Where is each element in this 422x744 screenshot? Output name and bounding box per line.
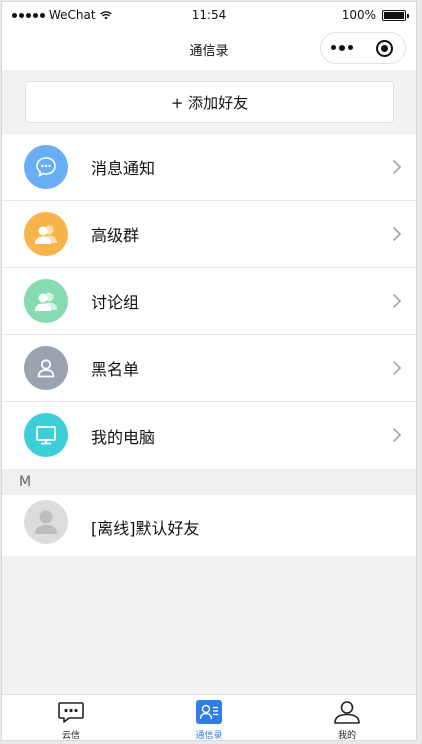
menu-item-advanced-group[interactable]: 高级群 — [2, 201, 416, 268]
chevron-right-icon — [392, 226, 402, 242]
battery-icon — [382, 9, 409, 21]
menu-item-blacklist[interactable]: 黑名单 — [2, 335, 416, 402]
tab-label: 云信 — [61, 731, 80, 741]
menu-item-label: 消息通知 — [91, 159, 156, 178]
discussion-group-icon — [24, 279, 68, 323]
tab-yunxin[interactable]: 云信 — [2, 695, 140, 741]
default-avatar-icon — [24, 500, 68, 544]
menu-item-label: 讨论组 — [91, 293, 140, 312]
add-friend-button[interactable]: + 添加好友 — [25, 81, 394, 123]
menu-item-label: 高级群 — [91, 226, 140, 245]
group-icon — [24, 212, 68, 256]
chevron-right-icon — [392, 427, 402, 443]
more-dots-icon — [331, 45, 336, 50]
computer-icon — [24, 413, 68, 457]
navigation-bar: 通信录 — [2, 28, 416, 70]
chat-dots-icon — [58, 702, 84, 723]
tab-me[interactable]: 我的 — [278, 695, 416, 741]
close-target-icon — [375, 39, 393, 57]
menu-item-label: 我的电脑 — [91, 427, 156, 447]
contact-item[interactable]: [离线]默认好友 — [2, 495, 416, 556]
battery-fill — [384, 11, 404, 19]
profile-icon — [334, 701, 360, 724]
chevron-right-icon — [392, 360, 402, 376]
more-button[interactable] — [321, 45, 363, 51]
chevron-right-icon — [392, 159, 402, 175]
battery-percent: 100% — [341, 8, 376, 22]
menu-item-label: 黑名单 — [91, 360, 140, 379]
chat-bubble-icon — [24, 145, 68, 189]
chevron-right-icon — [392, 293, 402, 309]
contact-name: [离线]默认好友 — [91, 519, 200, 538]
menu-item-my-computer[interactable]: 我的电脑 — [2, 402, 416, 469]
mini-program-capsule — [320, 32, 406, 64]
tab-contacts[interactable]: 通信录 — [140, 695, 278, 741]
tab-label: 我的 — [337, 731, 356, 741]
blacklist-user-icon — [24, 346, 68, 390]
section-letter: M — [19, 474, 32, 490]
menu-list: 消息通知 高级群 讨论组 黑名单 我的电脑 — [2, 134, 416, 469]
status-bar: WeChat 11:54 100% — [2, 2, 416, 28]
status-right: 100% — [341, 8, 409, 22]
contacts-icon — [195, 700, 222, 724]
tab-label: 通信录 — [195, 731, 223, 741]
section-header: M — [2, 469, 416, 495]
menu-item-message-notification[interactable]: 消息通知 — [2, 134, 416, 201]
close-button[interactable] — [363, 39, 405, 57]
tab-bar: 云信 通信录 我的 — [2, 694, 416, 741]
app-screen: WeChat 11:54 100% 通信录 + 添加好友 消息通知 高级群 讨论… — [1, 1, 417, 741]
menu-item-discussion-group[interactable]: 讨论组 — [2, 268, 416, 335]
